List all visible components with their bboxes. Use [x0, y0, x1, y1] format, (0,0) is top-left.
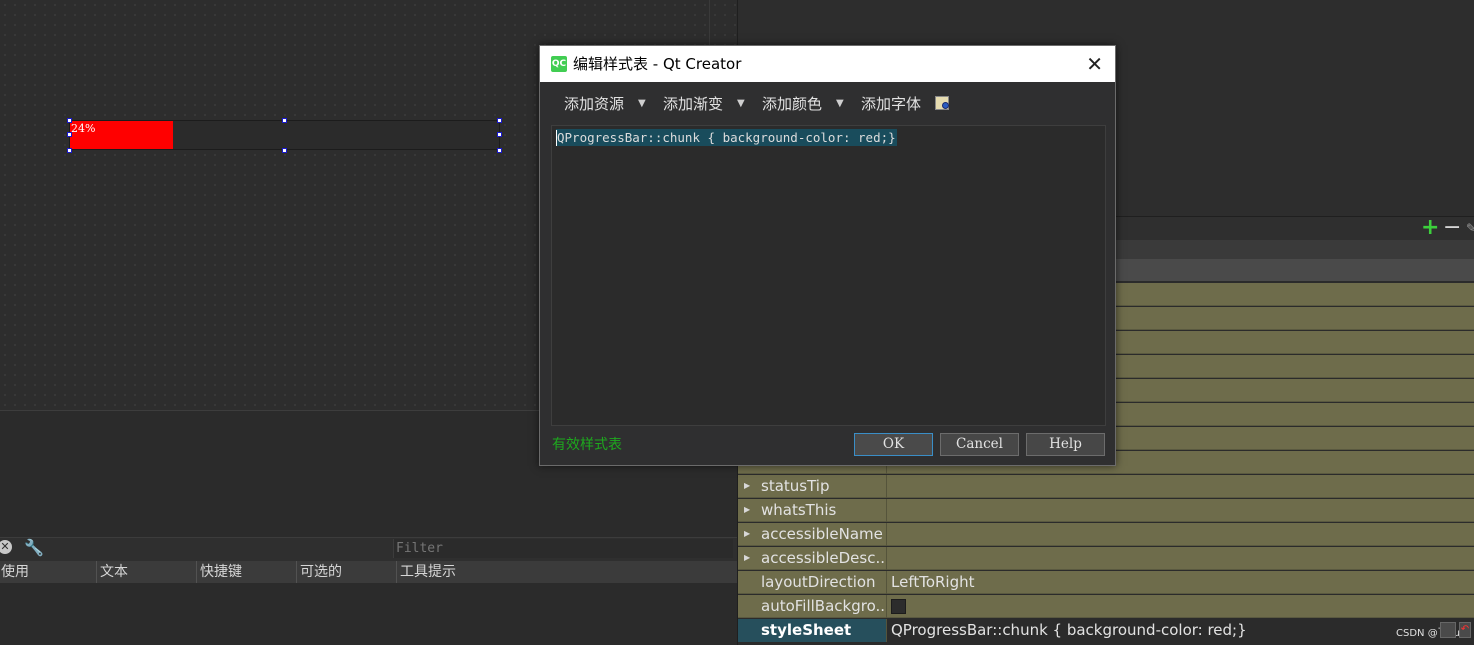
- filter-input[interactable]: [393, 539, 733, 558]
- edit-icon[interactable]: ✎: [1466, 221, 1474, 235]
- qt-creator-icon: QC: [551, 56, 567, 72]
- property-name: whatsThis: [761, 501, 837, 519]
- property-name: accessibleName: [761, 525, 883, 543]
- resize-handle-top-left[interactable]: [67, 118, 72, 123]
- reset-icon[interactable]: ↶: [1459, 622, 1471, 638]
- expand-arrow-icon[interactable]: ▶: [744, 499, 750, 521]
- cancel-button[interactable]: Cancel: [940, 433, 1019, 456]
- plus-icon[interactable]: +: [1421, 217, 1439, 239]
- expand-arrow-icon[interactable]: ▶: [744, 475, 750, 497]
- resize-handle-bottom-right[interactable]: [497, 148, 502, 153]
- editor-text-line: QProgressBar::chunk { background-color: …: [556, 129, 897, 146]
- progress-bar-widget[interactable]: 24%: [69, 120, 500, 150]
- edit-stylesheet-dialog: QC 编辑样式表 - Qt Creator ✕ 添加资源 ▼ 添加渐变 ▼ 添加…: [539, 45, 1116, 466]
- column-shortcut[interactable]: 快捷键: [197, 561, 297, 583]
- resize-handle-bottom-left[interactable]: [67, 148, 72, 153]
- property-row-stylesheet[interactable]: styleSheet QProgressBar::chunk { backgro…: [738, 619, 1474, 642]
- column-used[interactable]: 使用: [0, 561, 97, 583]
- add-color-button[interactable]: 添加颜色: [762, 92, 822, 116]
- property-checkbox[interactable]: [891, 599, 906, 614]
- ellipsis-button[interactable]: [1440, 622, 1456, 638]
- property-name-cell: ▶ accessibleName: [738, 523, 887, 546]
- property-name: statusTip: [761, 477, 830, 495]
- property-name-cell: autoFillBackgro...: [738, 595, 887, 618]
- minus-icon[interactable]: −: [1443, 217, 1461, 239]
- property-name: styleSheet: [761, 621, 852, 639]
- magnifier-icon: [942, 102, 949, 109]
- add-gradient-button[interactable]: 添加渐变: [663, 92, 723, 116]
- property-name: accessibleDesc...: [761, 549, 885, 567]
- property-value[interactable]: QProgressBar::chunk { background-color: …: [891, 619, 1247, 641]
- close-button[interactable]: ✕: [1086, 46, 1103, 82]
- dialog-titlebar[interactable]: QC 编辑样式表 - Qt Creator ✕: [540, 46, 1115, 82]
- property-name-cell: ▶ whatsThis: [738, 499, 887, 522]
- text-cursor: [556, 130, 557, 146]
- property-name-cell: ▶ accessibleDesc...: [738, 547, 887, 570]
- property-row-autofillbackground[interactable]: autoFillBackgro...: [738, 595, 1474, 618]
- validity-status-label: 有效样式表: [552, 437, 622, 453]
- property-row-accessiblename[interactable]: ▶ accessibleName: [738, 523, 1474, 546]
- property-name-cell: layoutDirection: [738, 571, 887, 594]
- property-row-layoutdirection[interactable]: layoutDirection LeftToRight: [738, 571, 1474, 594]
- property-row-accessibledescription[interactable]: ▶ accessibleDesc...: [738, 547, 1474, 570]
- resize-handle-right[interactable]: [497, 132, 502, 137]
- property-value[interactable]: LeftToRight: [891, 571, 975, 593]
- resize-handle-bottom[interactable]: [282, 148, 287, 153]
- dialog-title: 编辑样式表 - Qt Creator: [573, 55, 742, 73]
- resize-handle-top[interactable]: [282, 118, 287, 123]
- column-tooltip[interactable]: 工具提示: [397, 561, 737, 583]
- action-table-header: 使用 文本 快捷键 可选的 工具提示: [0, 561, 737, 583]
- property-row-whatsthis[interactable]: ▶ whatsThis: [738, 499, 1474, 522]
- column-checkable[interactable]: 可选的: [297, 561, 397, 583]
- column-text[interactable]: 文本: [97, 561, 197, 583]
- property-name: autoFillBackgro...: [761, 597, 885, 615]
- resize-handle-left[interactable]: [67, 132, 72, 137]
- chevron-down-icon[interactable]: ▼: [836, 92, 844, 116]
- property-name: layoutDirection: [761, 573, 876, 591]
- add-resource-button[interactable]: 添加资源: [564, 92, 624, 116]
- add-font-button[interactable]: 添加字体: [861, 92, 921, 116]
- property-name-cell: ▶ statusTip: [738, 475, 887, 498]
- stylesheet-editor[interactable]: QProgressBar::chunk { background-color: …: [551, 125, 1106, 426]
- progress-bar-text: 24%: [71, 122, 96, 135]
- help-button[interactable]: Help: [1026, 433, 1105, 456]
- property-name-cell: styleSheet: [738, 619, 887, 642]
- chevron-down-icon[interactable]: ▼: [638, 92, 646, 116]
- resize-handle-top-right[interactable]: [497, 118, 502, 123]
- expand-arrow-icon[interactable]: ▶: [744, 547, 750, 569]
- action-list[interactable]: [0, 584, 737, 645]
- expand-arrow-icon[interactable]: ▶: [744, 523, 750, 545]
- ok-button[interactable]: OK: [854, 433, 933, 456]
- chevron-down-icon[interactable]: ▼: [737, 92, 745, 116]
- property-row-statustip[interactable]: ▶ statusTip: [738, 475, 1474, 498]
- wrench-icon[interactable]: 🔧: [24, 538, 44, 557]
